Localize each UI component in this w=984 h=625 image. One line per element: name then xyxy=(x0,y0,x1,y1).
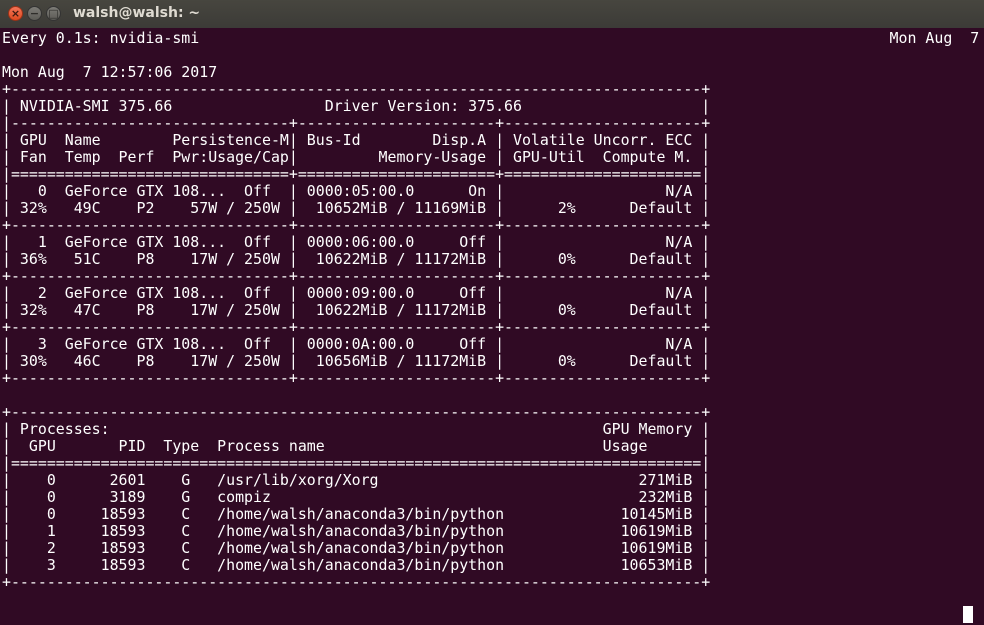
terminal-line: | GPU Name Persistence-M| Bus-Id Disp.A … xyxy=(2,131,711,149)
terminal-line: | 36% 51C P8 17W / 250W | 10622MiB / 111… xyxy=(2,250,711,268)
terminal-line: | 32% 47C P8 17W / 250W | 10622MiB / 111… xyxy=(2,301,711,319)
window-title: walsh@walsh: ~ xyxy=(73,5,201,21)
terminal-cursor xyxy=(963,606,973,623)
terminal-line: Every 0.1s: nvidia-smi Mon Aug 7 12:57:0… xyxy=(2,29,980,47)
terminal-line: | 0 18593 C /home/walsh/anaconda3/bin/py… xyxy=(2,505,711,523)
terminal-line: | 3 GeForce GTX 108... Off | 0000:0A:00.… xyxy=(2,335,711,353)
terminal-line: | Fan Temp Perf Pwr:Usage/Cap| Memory-Us… xyxy=(2,148,711,166)
terminal-line: +-------------------------------+-------… xyxy=(2,318,711,336)
terminal-output: Every 0.1s: nvidia-smi Mon Aug 7 12:57:0… xyxy=(2,30,984,591)
window-titlebar[interactable]: × − □ walsh@walsh: ~ xyxy=(0,0,984,28)
minimize-button[interactable]: − xyxy=(27,6,42,21)
terminal-line: Mon Aug 7 12:57:06 2017 xyxy=(2,63,218,81)
terminal-line: | GPU PID Type Process name Usage | xyxy=(2,437,711,455)
terminal-line: | 0 GeForce GTX 108... Off | 0000:05:00.… xyxy=(2,182,711,200)
terminal-line: | 0 3189 G compiz 232MiB | xyxy=(2,488,711,506)
terminal-line: +-------------------------------+-------… xyxy=(2,267,711,285)
terminal-line: | 32% 49C P2 57W / 250W | 10652MiB / 111… xyxy=(2,199,711,217)
terminal-line: +---------------------------------------… xyxy=(2,573,711,591)
terminal-line: +---------------------------------------… xyxy=(2,403,711,421)
terminal-line: |===============================+=======… xyxy=(2,165,711,183)
close-button[interactable]: × xyxy=(8,6,23,21)
terminal-line: +-------------------------------+-------… xyxy=(2,216,711,234)
terminal-line: | Processes: GPU Memory | xyxy=(2,420,711,438)
terminal-line: |-------------------------------+-------… xyxy=(2,114,711,132)
window-controls: × − □ xyxy=(8,6,61,21)
terminal-line: | 2 18593 C /home/walsh/anaconda3/bin/py… xyxy=(2,539,711,557)
terminal-line: | 0 2601 G /usr/lib/xorg/Xorg 271MiB | xyxy=(2,471,711,489)
terminal-line: | 1 18593 C /home/walsh/anaconda3/bin/py… xyxy=(2,522,711,540)
maximize-button[interactable]: □ xyxy=(46,6,61,21)
terminal-line: +---------------------------------------… xyxy=(2,80,711,98)
terminal-line: | NVIDIA-SMI 375.66 Driver Version: 375.… xyxy=(2,97,711,115)
terminal-line: |=======================================… xyxy=(2,454,711,472)
terminal-line: | 30% 46C P8 17W / 250W | 10656MiB / 111… xyxy=(2,352,711,370)
terminal-line: | 1 GeForce GTX 108... Off | 0000:06:00.… xyxy=(2,233,711,251)
terminal-area[interactable]: Every 0.1s: nvidia-smi Mon Aug 7 12:57:0… xyxy=(0,28,984,625)
terminal-line: +-------------------------------+-------… xyxy=(2,369,711,387)
terminal-line: | 2 GeForce GTX 108... Off | 0000:09:00.… xyxy=(2,284,711,302)
terminal-line: | 3 18593 C /home/walsh/anaconda3/bin/py… xyxy=(2,556,711,574)
